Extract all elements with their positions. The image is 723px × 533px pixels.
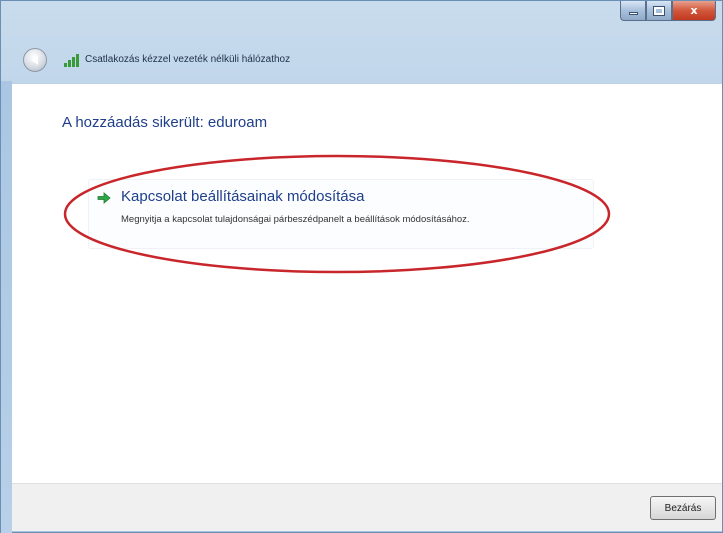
link-description: Megnyitja a kapcsolat tulajdonságai párb… bbox=[121, 214, 470, 225]
close-icon: x bbox=[690, 4, 698, 17]
window-title: Csatlakozás kézzel vezeték nélküli hálóz… bbox=[85, 54, 291, 65]
change-connection-settings-link[interactable]: Kapcsolat beállításainak módosítása Megn… bbox=[88, 179, 594, 249]
window-controls: x bbox=[620, 1, 716, 21]
link-title: Kapcsolat beállításainak módosítása bbox=[121, 188, 365, 205]
maximize-icon bbox=[653, 5, 665, 16]
success-heading: A hozzáadás sikerült: eduroam bbox=[62, 114, 268, 131]
wireless-network-icon bbox=[64, 54, 79, 67]
window-frame-left bbox=[1, 81, 12, 533]
wizard-window: x Csatlakozás kézzel vezeték nélküli hál… bbox=[0, 0, 723, 533]
close-button[interactable]: Bezárás bbox=[650, 496, 716, 520]
green-arrow-icon bbox=[97, 192, 111, 204]
back-arrow-icon bbox=[30, 55, 38, 65]
window-close-button[interactable]: x bbox=[672, 1, 716, 21]
minimize-icon bbox=[628, 12, 638, 15]
footer-bar: Bezárás bbox=[12, 483, 722, 531]
back-button[interactable] bbox=[23, 48, 47, 72]
content-panel: A hozzáadás sikerült: eduroam Kapcsolat … bbox=[12, 83, 722, 483]
minimize-button[interactable] bbox=[620, 1, 646, 21]
maximize-button[interactable] bbox=[646, 1, 672, 21]
